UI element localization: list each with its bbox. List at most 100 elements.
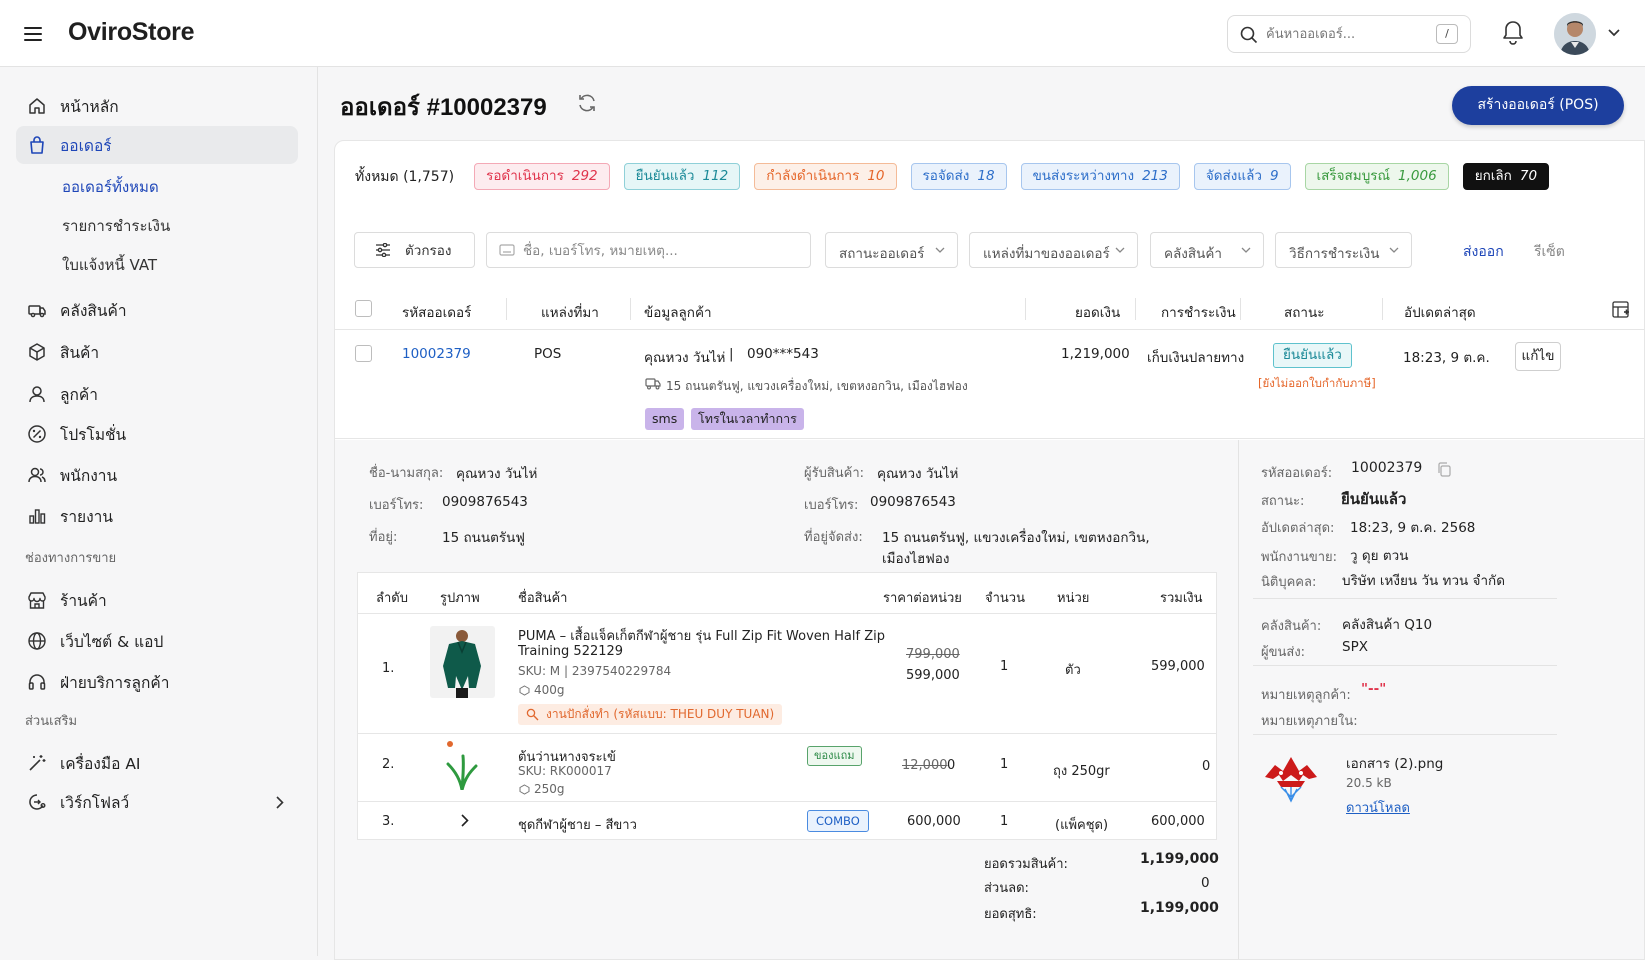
col-unit: หน่วย: [1057, 591, 1090, 606]
tab-all[interactable]: ทั้งหมด (1,757): [355, 166, 454, 188]
customer-name-value: คุณหวง วันไห่: [456, 466, 538, 482]
tab-awaiting-shipment[interactable]: รอจัดส่ง 18: [910, 163, 1007, 190]
subnav-payments[interactable]: รายการชำระเงิน: [62, 214, 170, 238]
search-input[interactable]: [1266, 24, 1426, 44]
create-pos-order-button[interactable]: สร้างออเดอร์ (POS): [1452, 86, 1624, 125]
refresh-icon[interactable]: [576, 92, 598, 114]
row-number: 1.: [382, 661, 395, 676]
col-image: รูปภาพ: [440, 591, 480, 606]
row-checkbox[interactable]: [355, 345, 372, 362]
reset-link[interactable]: รีเซ็ต: [1534, 241, 1565, 263]
app-logo[interactable]: OviroStore: [68, 18, 195, 47]
table-row[interactable]: 10002379 POS คุณหวง วันไห่ | 090***543 1…: [335, 331, 1644, 439]
tab-in-transit[interactable]: ขนส่งระหว่างทาง 213: [1020, 163, 1180, 190]
sidebar-item-label: เว็บไซต์ & แอป: [60, 632, 164, 651]
sidebar-item-products[interactable]: สินค้า: [16, 333, 298, 371]
sidebar-item-orders[interactable]: ออเดอร์: [16, 126, 298, 164]
divider: [1253, 665, 1557, 666]
attachment-thumbnail[interactable]: [1263, 753, 1319, 803]
chevron-down-icon[interactable]: [1607, 28, 1621, 38]
sidebar-item-customer-service[interactable]: ฝ่ายบริการลูกค้า: [16, 663, 298, 701]
column-divider: [1240, 298, 1241, 320]
menu-icon[interactable]: [24, 27, 42, 41]
side-carrier-label: ผู้ขนส่ง:: [1261, 645, 1306, 660]
tab-completed[interactable]: เสร็จสมบูรณ์ 1,006: [1304, 163, 1449, 190]
sidebar-item-label: ร้านค้า: [60, 591, 107, 610]
sidebar-item-reports[interactable]: รายงาน: [16, 497, 298, 535]
magic-wand-icon: [26, 752, 48, 774]
unit: (แพ็คชุด): [1055, 818, 1109, 833]
tag-call-business-hours: โทรในเวลาทำการ: [691, 408, 804, 430]
sidebar-item-label: เวิร์กโฟลว์: [60, 793, 130, 812]
sidebar-item-home[interactable]: หน้าหลัก: [16, 87, 298, 125]
line-total: 0: [1202, 759, 1211, 774]
payment-method-select[interactable]: วิธีการชำระเงิน: [1275, 232, 1412, 268]
attachment-download-link[interactable]: ดาวน์โหลด: [1346, 797, 1410, 818]
order-status-select[interactable]: สถานะออเดอร์: [825, 232, 958, 268]
col-amount: ยอดเงิน: [1075, 305, 1121, 321]
subnav-vat-invoices[interactable]: ใบแจ้งหนี้ VAT: [62, 253, 157, 277]
users-icon: [26, 464, 48, 486]
table-row: 3. ชุดกีฬาผู้ชาย – สีขาว COMBO 600,000 1…: [358, 801, 1216, 839]
copy-icon[interactable]: [1437, 462, 1451, 477]
old-price: 799,000: [906, 647, 960, 662]
side-warehouse-label: คลังสินค้า:: [1261, 619, 1322, 634]
expand-chevron-icon[interactable]: [461, 814, 469, 827]
tab-label: รอดำเนินการ: [486, 168, 564, 184]
sidebar-item-website-app[interactable]: เว็บไซต์ & แอป: [16, 622, 298, 660]
tab-label: เสร็จสมบูรณ์: [1316, 168, 1391, 184]
tab-cancelled[interactable]: ยกเลิก 70: [1462, 163, 1550, 190]
col-qty: จำนวน: [985, 591, 1025, 606]
discount-label: ส่วนลด:: [984, 881, 1029, 896]
order-search-field[interactable]: ชื่อ, เบอร์โทร, หมายเหตุ...: [486, 232, 811, 268]
notification-bell-icon[interactable]: [1501, 20, 1525, 50]
tab-processing[interactable]: กำลังดำเนินการ 10: [754, 163, 897, 190]
combo-tag: COMBO: [807, 810, 869, 832]
weight-box-icon: [519, 784, 530, 795]
sidebar-item-staff[interactable]: พนักงาน: [16, 456, 298, 494]
discount-value: 0: [1201, 875, 1210, 891]
receiver-address-line1: 15 ถนนตรันฟู, แขวงเครื่องใหม่, เขตหงอกวิ…: [882, 530, 1150, 546]
sidebar-item-warehouse[interactable]: คลังสินค้า: [16, 291, 298, 329]
subnav-all-orders[interactable]: ออเดอร์ทั้งหมด: [62, 175, 159, 199]
edit-button[interactable]: แก้ไข: [1515, 342, 1561, 371]
sidebar-item-workflows[interactable]: เวิร์กโฟลว์: [16, 783, 298, 821]
export-link[interactable]: ส่งออก: [1463, 241, 1504, 263]
product-image: [430, 626, 495, 698]
sidebar-item-store[interactable]: ร้านค้า: [16, 581, 298, 619]
order-source-select[interactable]: แหล่งที่มาของออเดอร์: [969, 232, 1138, 268]
column-settings-icon[interactable]: [1612, 301, 1630, 319]
quantity: 1: [1000, 659, 1009, 674]
side-updated-value: 18:23, 9 ต.ค. 2568: [1350, 520, 1476, 536]
side-company-value: บริษัท เหงียน วัน ทวน จำกัด: [1342, 573, 1505, 589]
select-label: คลังสินค้า: [1164, 246, 1222, 262]
tab-confirmed[interactable]: ยืนยันแล้ว 112: [623, 163, 741, 190]
side-internal-note-label: หมายเหตุภายใน:: [1261, 714, 1358, 729]
sidebar-item-customers[interactable]: ลูกค้า: [16, 375, 298, 413]
user-avatar[interactable]: [1554, 13, 1596, 55]
warehouse-select[interactable]: คลังสินค้า: [1150, 232, 1264, 268]
search-box[interactable]: /: [1227, 15, 1471, 53]
sidebar-item-ai-tools[interactable]: เครื่องมือ AI: [16, 744, 298, 782]
col-status: สถานะ: [1284, 305, 1325, 321]
filter-button[interactable]: ตัวกรอง: [354, 232, 475, 268]
status-tabs: ทั้งหมด (1,757) รอดำเนินการ 292 ยืนยันแล้…: [355, 163, 1563, 190]
product-image: [442, 740, 482, 792]
separator: |: [729, 346, 734, 362]
sidebar-item-promotions[interactable]: โปรโมชั่น: [16, 415, 298, 453]
line-total: 599,000: [1151, 659, 1205, 674]
tab-pending[interactable]: รอดำเนินการ 292: [474, 163, 610, 190]
order-id-link[interactable]: 10002379: [402, 346, 471, 362]
side-warehouse-value: คลังสินค้า Q10: [1342, 617, 1433, 633]
side-staff-label: พนักงานขาย:: [1261, 550, 1338, 565]
tab-count: 9: [1269, 168, 1279, 184]
status-badge: ยืนยันแล้ว: [1273, 343, 1352, 368]
side-order-id-value: 10002379: [1351, 460, 1423, 476]
customer-phone-label: เบอร์โทร:: [369, 498, 424, 513]
order-detail-panel: ชื่อ-นามสกุล: คุณหวง วันไห่ เบอร์โทร: 09…: [335, 440, 1644, 959]
tab-count: 70: [1519, 168, 1538, 184]
receiver-phone-label: เบอร์โทร:: [804, 498, 859, 513]
select-all-checkbox[interactable]: [355, 300, 372, 317]
tab-shipped[interactable]: จัดส่งแล้ว 9: [1193, 163, 1291, 190]
sidebar-item-label: รายงาน: [60, 507, 113, 526]
